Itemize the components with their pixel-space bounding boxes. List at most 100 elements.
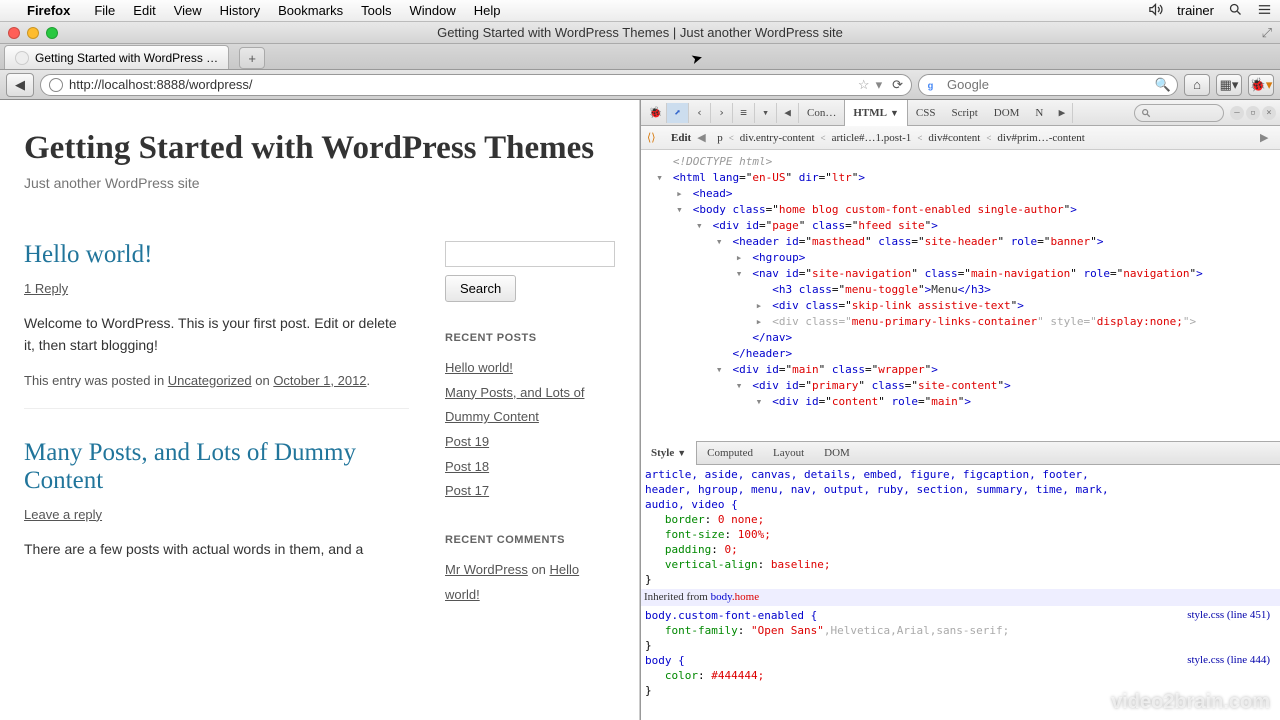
widget-heading: RECENT POSTS — [445, 332, 615, 344]
tab-console[interactable]: Con… — [799, 100, 844, 126]
recent-post-link[interactable]: Post 18 — [445, 455, 615, 480]
menu-file[interactable]: File — [85, 3, 124, 18]
crumb-fwd[interactable]: ▶ — [1260, 131, 1274, 144]
dom-tree[interactable]: <!DOCTYPE html> ▾ <html lang="en-US" dir… — [641, 150, 1280, 441]
site-title: Getting Started with WordPress Themes — [24, 130, 615, 167]
style-panel[interactable]: article, aside, canvas, details, embed, … — [641, 465, 1280, 720]
crumb-item[interactable]: div#prim…-content — [991, 132, 1090, 144]
menu-view[interactable]: View — [165, 3, 211, 18]
inspect-icon[interactable]: ⬈ — [667, 103, 689, 123]
subtab-computed[interactable]: Computed — [697, 441, 763, 465]
feed-button[interactable]: ▦▾ — [1216, 74, 1242, 96]
home-button[interactable]: ⌂ — [1184, 74, 1210, 96]
close-window-button[interactable] — [8, 27, 20, 39]
dropdown-icon[interactable]: ▾ — [876, 77, 883, 93]
search-field[interactable]: g 🔍 — [918, 74, 1178, 96]
panel-fwd-icon[interactable]: ▶ — [1051, 103, 1073, 123]
panel-back-icon[interactable]: ◀ — [777, 103, 799, 123]
recent-post-link[interactable]: Post 19 — [445, 430, 615, 455]
category-link[interactable]: Uncategorized — [168, 373, 252, 388]
dom-line[interactable]: ▸ <head> — [643, 186, 1278, 202]
subtab-layout[interactable]: Layout — [763, 441, 814, 465]
dom-line[interactable]: ▾ <div id="primary" class="site-content"… — [643, 378, 1278, 394]
tab-script[interactable]: Script — [943, 100, 985, 126]
dom-line[interactable]: ▾ <header id="masthead" class="site-head… — [643, 234, 1278, 250]
menu-window[interactable]: Window — [401, 3, 465, 18]
dom-line[interactable]: <!DOCTYPE html> — [643, 154, 1278, 170]
post-body: There are a few posts with actual words … — [24, 538, 409, 560]
dom-line[interactable]: ▾ <div id="content" role="main"> — [643, 394, 1278, 410]
zoom-window-button[interactable] — [46, 27, 58, 39]
comment-author-link[interactable]: Mr WordPress — [445, 562, 528, 577]
firebug-search[interactable] — [1134, 104, 1224, 122]
dom-line[interactable]: ▸ <div class="skip-link assistive-text"> — [643, 298, 1278, 314]
subtab-dom[interactable]: DOM — [814, 441, 860, 465]
dom-line[interactable]: <h3 class="menu-toggle">Menu</h3> — [643, 282, 1278, 298]
spotlight-icon[interactable] — [1228, 2, 1243, 20]
recent-post-link[interactable]: Many Posts, and Lots of Dummy Content — [445, 381, 615, 430]
bookmark-star-icon[interactable]: ☆ — [858, 77, 870, 93]
volume-icon[interactable] — [1148, 2, 1163, 20]
svg-text:g: g — [928, 80, 934, 90]
lines-icon[interactable]: ≡ — [733, 103, 755, 123]
minimize-icon[interactable]: – — [1230, 106, 1244, 120]
dom-line[interactable]: ▾ <div id="page" class="hfeed site"> — [643, 218, 1278, 234]
tab-net[interactable]: N — [1027, 100, 1051, 126]
page-viewport[interactable]: Getting Started with WordPress Themes Ju… — [0, 100, 640, 720]
firebug-toggle-button[interactable]: 🐞▾ — [1248, 74, 1274, 96]
crumb-item[interactable]: div.entry-content — [734, 132, 821, 144]
crumb-item[interactable]: p — [711, 132, 729, 144]
search-input[interactable] — [947, 77, 1149, 92]
app-name[interactable]: Firefox — [18, 3, 79, 18]
url-text: http://localhost:8888/wordpress/ — [69, 77, 852, 92]
dropdown-icon[interactable]: ▾ — [755, 103, 777, 123]
recent-post-link[interactable]: Post 17 — [445, 479, 615, 504]
menu-tools[interactable]: Tools — [352, 3, 400, 18]
window-title: Getting Started with WordPress Themes | … — [0, 25, 1280, 40]
reload-icon[interactable]: ⟳ — [892, 77, 903, 93]
url-field[interactable]: http://localhost:8888/wordpress/ ☆ ▾ ⟳ — [40, 74, 912, 96]
nav-fwd-icon[interactable]: › — [711, 103, 733, 123]
crumb-back[interactable]: ◀ — [697, 131, 711, 144]
dom-line[interactable]: ▾ <div id="main" class="wrapper"> — [643, 362, 1278, 378]
nav-back-icon[interactable]: ‹ — [689, 103, 711, 123]
dom-line[interactable]: ▾ <body class="home blog custom-font-ena… — [643, 202, 1278, 218]
post-title-link[interactable]: Hello world! — [24, 241, 152, 268]
dom-line[interactable]: ▸ <hgroup> — [643, 250, 1278, 266]
crumb-icon[interactable]: ⟨⟩ — [647, 131, 665, 144]
back-button[interactable]: ◀ — [6, 73, 34, 97]
sidebar-search-button[interactable]: Search — [445, 275, 516, 302]
crumb-edit[interactable]: Edit — [665, 132, 697, 144]
recent-post-link[interactable]: Hello world! — [445, 356, 615, 381]
crumb-item[interactable]: div#content — [922, 132, 986, 144]
user-name[interactable]: trainer — [1177, 3, 1214, 18]
menu-icon[interactable] — [1257, 2, 1272, 20]
dom-line[interactable]: ▾ <html lang="en-US" dir="ltr"> — [643, 170, 1278, 186]
new-tab-button[interactable]: + — [239, 47, 265, 69]
menu-history[interactable]: History — [211, 3, 269, 18]
dom-line[interactable]: ▸ <div class="menu-primary-links-contain… — [643, 314, 1278, 330]
post-replies-link[interactable]: 1 Reply — [24, 281, 68, 296]
tab-html[interactable]: HTML ▼ — [844, 100, 908, 126]
date-link[interactable]: October 1, 2012 — [273, 373, 366, 388]
menu-bookmarks[interactable]: Bookmarks — [269, 3, 352, 18]
subtab-style[interactable]: Style ▼ — [641, 441, 697, 465]
firebug-icon[interactable]: 🐞 — [645, 103, 667, 123]
post-replies-link[interactable]: Leave a reply — [24, 507, 102, 522]
close-icon[interactable]: × — [1262, 106, 1276, 120]
tab-css[interactable]: CSS — [908, 100, 944, 126]
browser-tab[interactable]: Getting Started with WordPress … — [4, 45, 229, 69]
menu-edit[interactable]: Edit — [124, 3, 164, 18]
post-title-link[interactable]: Many Posts, and Lots of Dummy Content — [24, 439, 356, 494]
search-icon[interactable]: 🔍 — [1155, 77, 1171, 93]
crumb-item[interactable]: article#…1.post-1 — [826, 132, 918, 144]
minimize-window-button[interactable] — [27, 27, 39, 39]
popout-icon[interactable]: ▫ — [1246, 106, 1260, 120]
fullscreen-icon[interactable]: ⤢ — [1262, 25, 1272, 41]
dom-line[interactable]: </nav> — [643, 330, 1278, 346]
menu-help[interactable]: Help — [465, 3, 510, 18]
sidebar-search-input[interactable] — [445, 241, 615, 267]
tab-dom[interactable]: DOM — [986, 100, 1028, 126]
dom-line[interactable]: ▾ <nav id="site-navigation" class="main-… — [643, 266, 1278, 282]
dom-line[interactable]: </header> — [643, 346, 1278, 362]
